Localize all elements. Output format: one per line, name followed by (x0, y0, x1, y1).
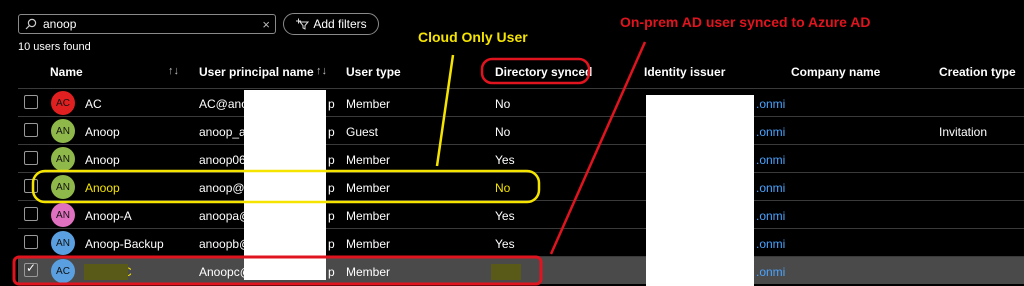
directory-synced-circle (480, 57, 591, 85)
cloud-arrow-line (435, 54, 455, 167)
cloud-user-outline (31, 169, 541, 204)
annotation-overlay (12, 41, 647, 286)
onprem-arrow-line (549, 41, 647, 255)
onprem-user-outline (12, 255, 543, 286)
